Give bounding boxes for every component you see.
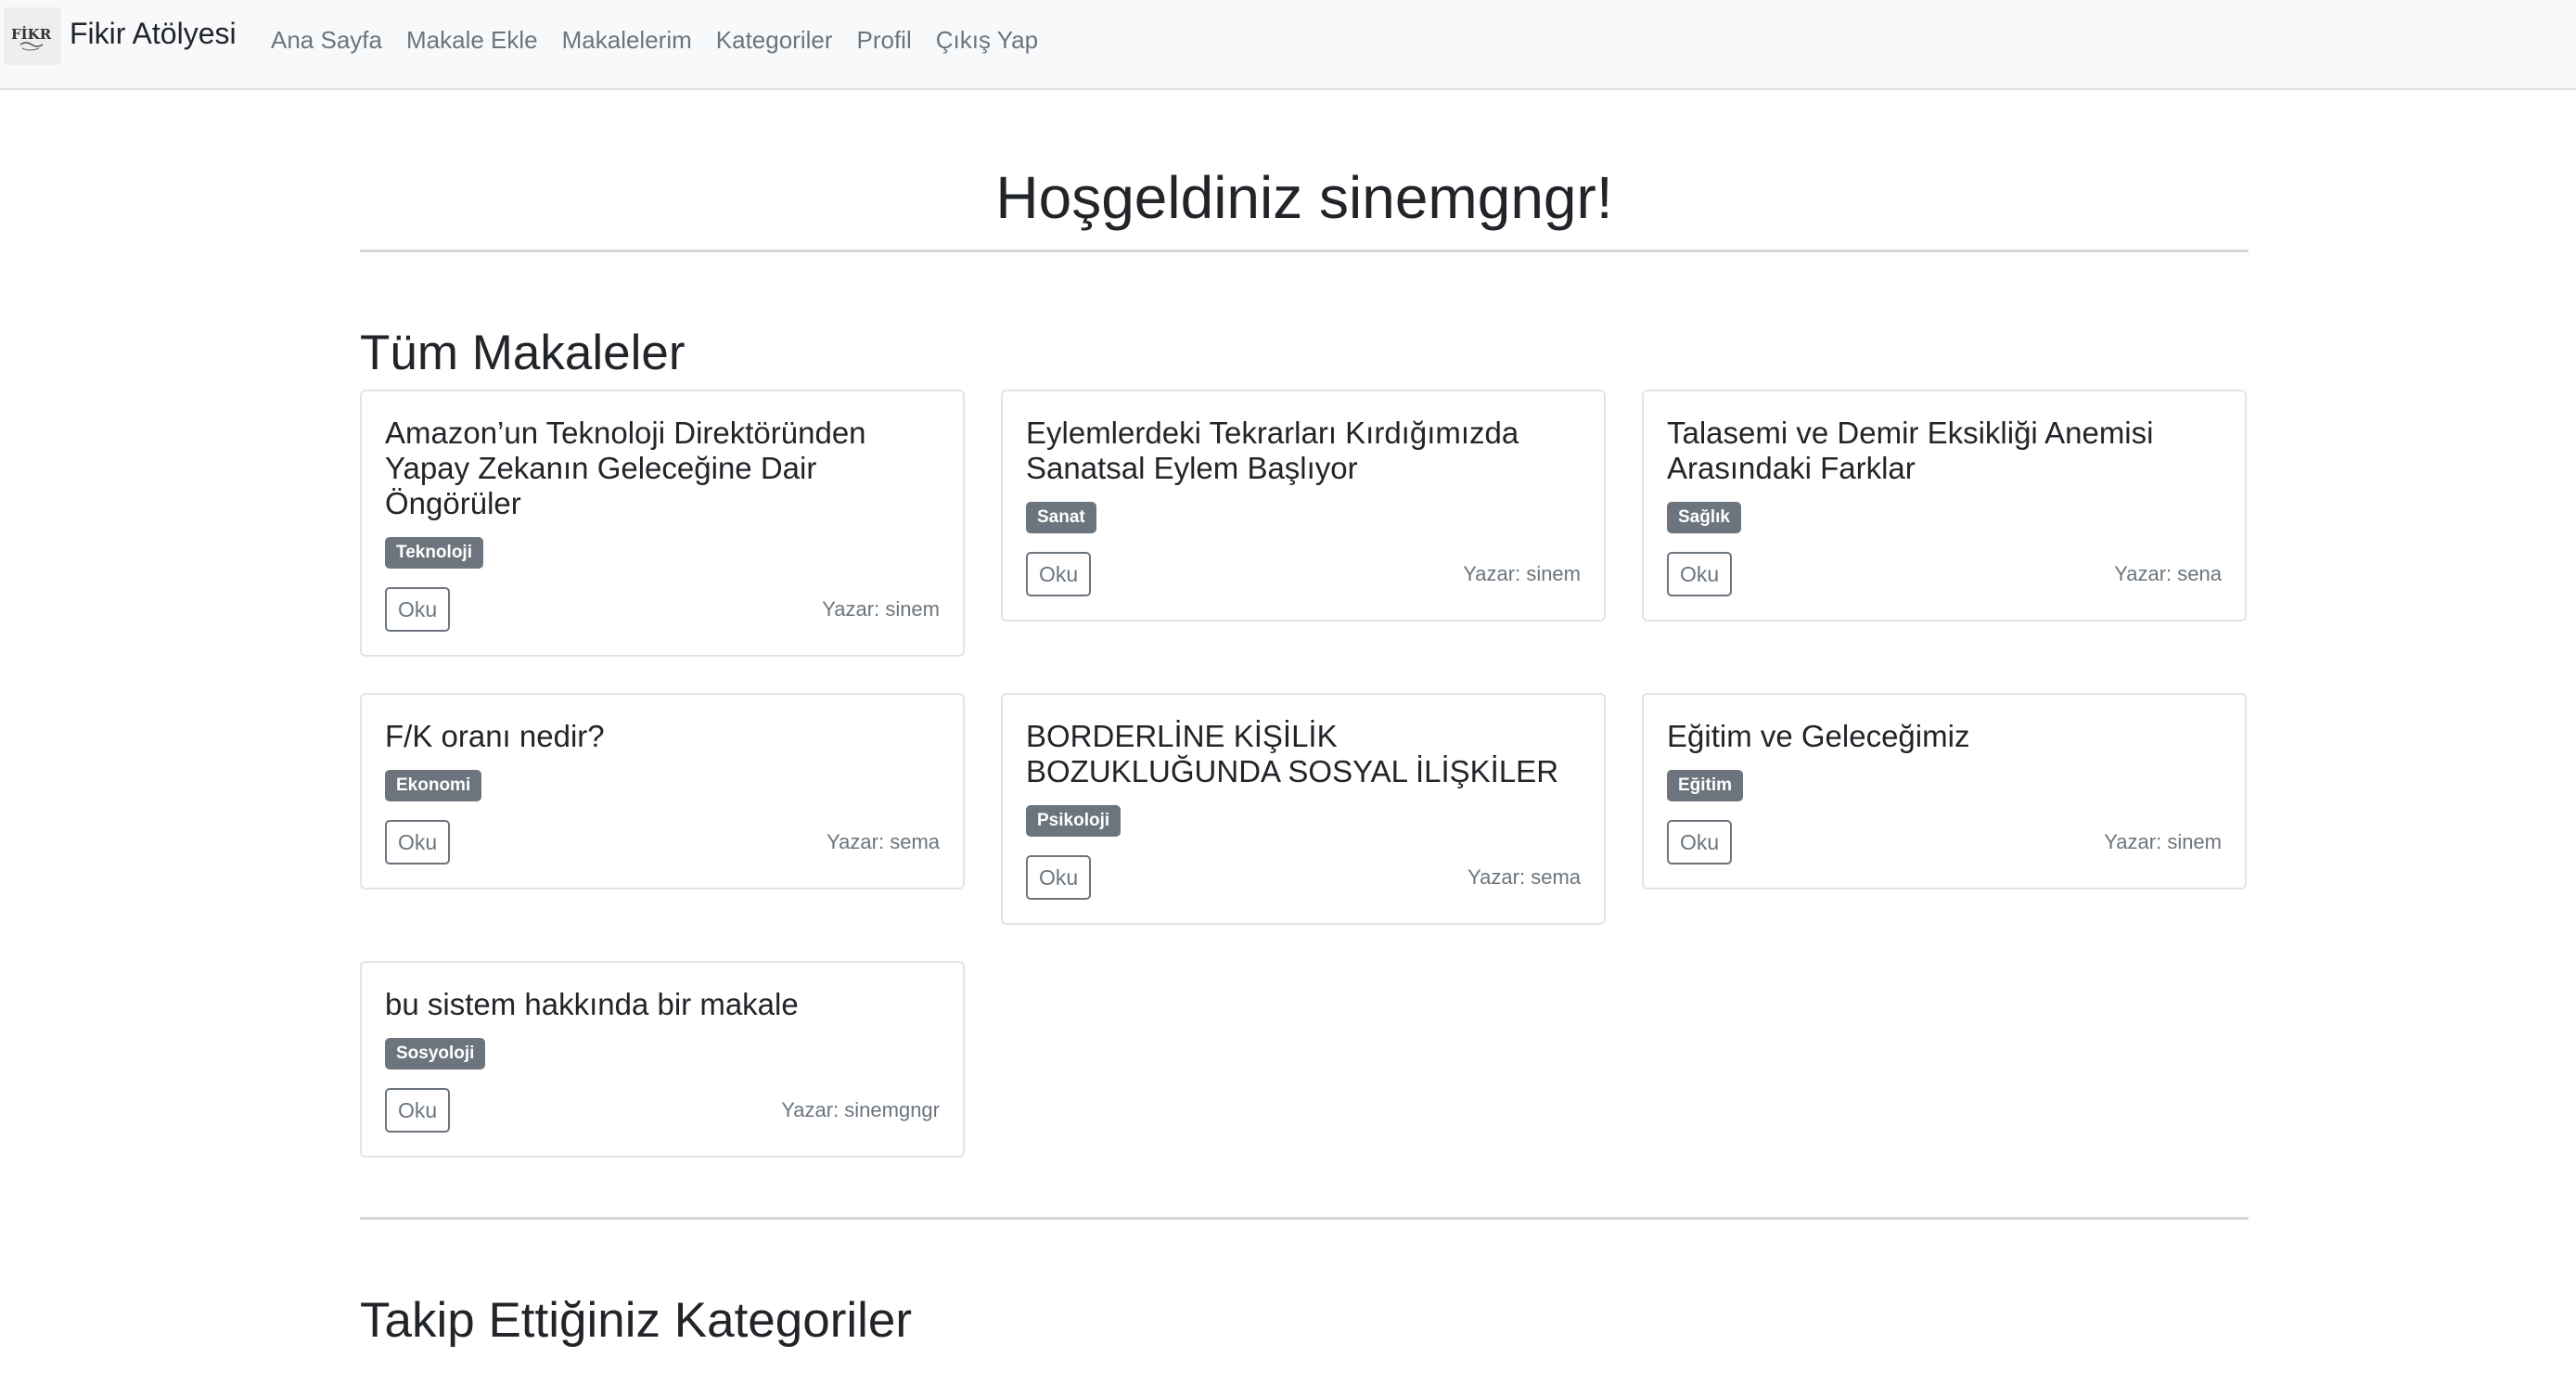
read-button[interactable]: Oku (1667, 552, 1733, 596)
category-badge: Teknoloji (385, 537, 483, 569)
all-articles-heading: Tüm Makaleler (360, 326, 686, 380)
read-button[interactable]: Oku (385, 820, 451, 864)
article-card: Eylemlerdeki Tekrarları Kırdığımızda San… (1001, 390, 1606, 621)
category-badge: Ekonomi (385, 770, 482, 801)
read-button[interactable]: Oku (385, 587, 451, 632)
article-title: BORDERLİNE KİŞİLİK BOZUKLUĞUNDA SOSYAL İ… (1026, 719, 1559, 788)
read-button[interactable]: Oku (385, 1088, 451, 1133)
article-title: Talasemi ve Demir Eksikliği Anemisi Aras… (1667, 416, 2154, 485)
nav-add-article[interactable]: Makale Ekle (406, 26, 538, 55)
article-author: Yazar: sinem (822, 597, 940, 621)
read-button[interactable]: Oku (1026, 855, 1092, 900)
article-title: Amazon’un Teknoloji Direktöründen Yapay … (385, 416, 866, 520)
article-author: Yazar: sinemgngr (781, 1098, 940, 1121)
article-author: Yazar: sinem (2104, 830, 2222, 853)
read-button[interactable]: Oku (1026, 552, 1092, 596)
brand-logo[interactable]: FİKR (4, 7, 61, 65)
navbar: FİKR Fikir Atölyesi Ana Sayfa Makale Ekl… (0, 0, 2576, 90)
read-button[interactable]: Oku (1667, 820, 1733, 864)
category-badge: Sosyoloji (385, 1038, 486, 1069)
card-footer: Oku Yazar: sema (385, 820, 940, 864)
article-title: Eylemlerdeki Tekrarları Kırdığımızda San… (1026, 416, 1519, 485)
welcome-heading: Hoşgeldiniz sinemgngr! (995, 164, 1613, 231)
article-author: Yazar: sema (1467, 865, 1581, 889)
category-badge: Sanat (1026, 502, 1096, 533)
article-card: BORDERLİNE KİŞİLİK BOZUKLUĞUNDA SOSYAL İ… (1001, 693, 1606, 925)
article-author: Yazar: sena (2114, 562, 2222, 585)
nav-links: Ana Sayfa Makale Ekle Makalelerim Katego… (271, 26, 1038, 55)
nav-profile[interactable]: Profil (857, 26, 912, 55)
svg-text:FİKR: FİKR (11, 25, 52, 43)
category-badge: Eğitim (1667, 770, 1744, 801)
article-card: bu sistem hakkında bir makale Sosyoloji … (360, 961, 965, 1158)
nav-categories[interactable]: Kategoriler (716, 26, 833, 55)
card-footer: Oku Yazar: sena (1667, 552, 2222, 596)
article-card: Amazon’un Teknoloji Direktöründen Yapay … (360, 390, 965, 657)
article-title: bu sistem hakkında bir makale (385, 987, 799, 1021)
card-footer: Oku Yazar: sinem (1026, 552, 1581, 596)
article-title: F/K oranı nedir? (385, 719, 605, 753)
divider (360, 1217, 2249, 1220)
logo-icon: FİKR (11, 25, 52, 51)
article-author: Yazar: sema (827, 830, 940, 853)
brand-name[interactable]: Fikir Atölyesi (70, 17, 237, 51)
category-badge: Sağlık (1667, 502, 1741, 533)
card-footer: Oku Yazar: sinemgngr (385, 1088, 940, 1133)
article-card: Eğitim ve Geleceğimiz Eğitim Oku Yazar: … (1642, 693, 2247, 890)
divider (360, 250, 2249, 252)
nav-my-articles[interactable]: Makalelerim (562, 26, 692, 55)
nav-home[interactable]: Ana Sayfa (271, 26, 382, 55)
main-content: Hoşgeldiniz sinemgngr! Tüm Makaleler Ama… (360, 90, 2249, 1351)
followed-categories-heading: Takip Ettiğiniz Kategoriler (360, 1293, 913, 1348)
card-footer: Oku Yazar: sinem (385, 587, 940, 632)
article-card: Talasemi ve Demir Eksikliği Anemisi Aras… (1642, 390, 2247, 621)
nav-logout[interactable]: Çıkış Yap (936, 26, 1038, 55)
card-footer: Oku Yazar: sema (1026, 855, 1581, 900)
article-author: Yazar: sinem (1463, 562, 1581, 585)
article-grid: Amazon’un Teknoloji Direktöründen Yapay … (360, 390, 2249, 1158)
category-badge: Psikoloji (1026, 805, 1121, 837)
card-footer: Oku Yazar: sinem (1667, 820, 2222, 864)
article-card: F/K oranı nedir? Ekonomi Oku Yazar: sema (360, 693, 965, 890)
article-title: Eğitim ve Geleceğimiz (1667, 719, 1970, 753)
